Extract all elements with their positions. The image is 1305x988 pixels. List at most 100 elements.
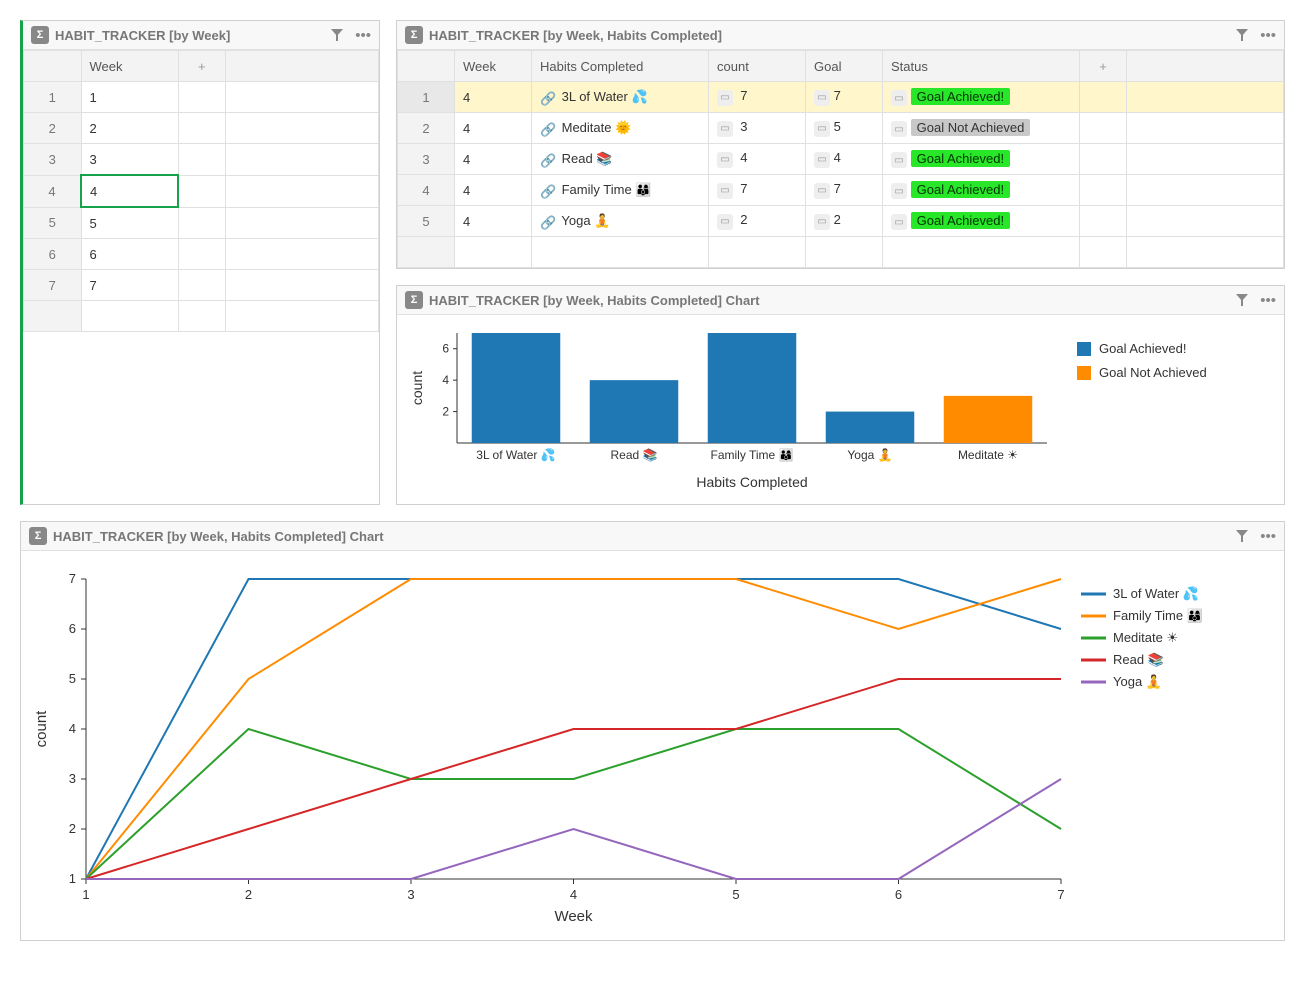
filter-icon[interactable] bbox=[1234, 27, 1250, 43]
spacer-col bbox=[1127, 51, 1284, 82]
panel-habit-tracker-by-week: Σ HABIT_TRACKER [by Week] ••• Week + 112… bbox=[20, 20, 380, 505]
cell-goal[interactable]: ▭ 7 bbox=[806, 82, 883, 113]
cell-goal[interactable]: ▭ 4 bbox=[806, 144, 883, 175]
table-row[interactable]: 14🔗 3L of Water 💦▭ 7▭ 7▭ Goal Achieved! bbox=[398, 82, 1284, 113]
table-row[interactable]: 34🔗 Read 📚▭ 4▭ 4▭ Goal Achieved! bbox=[398, 144, 1284, 175]
cell-goal[interactable]: ▭ 5 bbox=[806, 113, 883, 144]
more-icon[interactable]: ••• bbox=[1260, 292, 1276, 309]
panel-line-chart: Σ HABIT_TRACKER [by Week, Habits Complet… bbox=[20, 521, 1285, 941]
table-row[interactable]: 33 bbox=[24, 144, 379, 176]
cell-status[interactable]: ▭ Goal Not Achieved bbox=[883, 113, 1080, 144]
svg-text:Week: Week bbox=[554, 908, 593, 925]
cell-status[interactable]: ▭ Goal Achieved! bbox=[883, 206, 1080, 237]
panel-habits-completed-table: Σ HABIT_TRACKER [by Week, Habits Complet… bbox=[396, 20, 1285, 269]
empty-cell bbox=[178, 239, 226, 270]
cell-count[interactable]: ▭ 7 bbox=[709, 82, 806, 113]
table-row[interactable]: 44🔗 Family Time 👨‍👩‍👦▭ 7▭ 7▭ Goal Achiev… bbox=[398, 175, 1284, 206]
sigma-icon: Σ bbox=[405, 26, 423, 44]
add-column-button[interactable]: + bbox=[1080, 51, 1127, 82]
week-table[interactable]: Week + 11223344556677 bbox=[23, 50, 379, 332]
cell-status[interactable]: ▭ Goal Achieved! bbox=[883, 82, 1080, 113]
col-header-week[interactable]: Week bbox=[81, 51, 178, 82]
row-number: 7 bbox=[24, 270, 82, 301]
panel-header: Σ HABIT_TRACKER [by Week, Habits Complet… bbox=[21, 522, 1284, 551]
empty-cell bbox=[178, 144, 226, 176]
cell-week[interactable]: 1 bbox=[81, 82, 178, 113]
svg-text:Meditate ☀: Meditate ☀ bbox=[1113, 630, 1178, 645]
cell-week[interactable]: 7 bbox=[81, 270, 178, 301]
status-badge: Goal Achieved! bbox=[911, 88, 1010, 105]
table-row[interactable]: 54🔗 Yoga 🧘▭ 2▭ 2▭ Goal Achieved! bbox=[398, 206, 1284, 237]
tag-icon: ▭ bbox=[891, 214, 907, 230]
panel-bar-chart: Σ HABIT_TRACKER [by Week, Habits Complet… bbox=[396, 285, 1285, 505]
row-number: 2 bbox=[398, 113, 455, 144]
cell-week[interactable]: 4 bbox=[455, 113, 532, 144]
tag-icon: ▭ bbox=[814, 121, 830, 137]
svg-text:2: 2 bbox=[69, 821, 76, 836]
table-row[interactable]: 77 bbox=[24, 270, 379, 301]
table-row[interactable]: 66 bbox=[24, 239, 379, 270]
col-header-goal[interactable]: Goal bbox=[806, 51, 883, 82]
empty-cell bbox=[1080, 82, 1127, 113]
tag-icon: ▭ bbox=[814, 152, 830, 168]
tag-icon: ▭ bbox=[814, 183, 830, 199]
table-row[interactable]: 44 bbox=[24, 175, 379, 207]
row-number: 1 bbox=[24, 82, 82, 113]
table-row[interactable]: 11 bbox=[24, 82, 379, 113]
col-header-habits[interactable]: Habits Completed bbox=[532, 51, 709, 82]
col-header-count[interactable]: count bbox=[709, 51, 806, 82]
corner-cell bbox=[24, 51, 82, 82]
empty-cell bbox=[1080, 175, 1127, 206]
cell-week[interactable]: 4 bbox=[81, 175, 178, 207]
row-number: 4 bbox=[398, 175, 455, 206]
tag-icon: ▭ bbox=[814, 90, 830, 106]
filter-icon[interactable] bbox=[1234, 528, 1250, 544]
status-badge: Goal Achieved! bbox=[911, 212, 1010, 229]
cell-habit[interactable]: 🔗 Family Time 👨‍👩‍👦 bbox=[532, 175, 709, 206]
empty-cell bbox=[1080, 113, 1127, 144]
cell-week[interactable]: 4 bbox=[455, 175, 532, 206]
cell-status[interactable]: ▭ Goal Achieved! bbox=[883, 175, 1080, 206]
tag-icon: ▭ bbox=[891, 121, 907, 137]
cell-goal[interactable]: ▭ 2 bbox=[806, 206, 883, 237]
status-badge: Goal Not Achieved bbox=[911, 119, 1031, 136]
cell-count[interactable]: ▭ 4 bbox=[709, 144, 806, 175]
svg-text:3L of Water 💦: 3L of Water 💦 bbox=[1113, 585, 1199, 602]
cell-count[interactable]: ▭ 2 bbox=[709, 206, 806, 237]
cell-week[interactable]: 6 bbox=[81, 239, 178, 270]
habits-table[interactable]: Week Habits Completed count Goal Status … bbox=[397, 50, 1284, 268]
table-row[interactable]: 24🔗 Meditate 🌞▭ 3▭ 5▭ Goal Not Achieved bbox=[398, 113, 1284, 144]
cell-week[interactable]: 3 bbox=[81, 144, 178, 176]
col-header-status[interactable]: Status bbox=[883, 51, 1080, 82]
cell-week[interactable]: 5 bbox=[81, 207, 178, 239]
cell-habit[interactable]: 🔗 Read 📚 bbox=[532, 144, 709, 175]
more-icon[interactable]: ••• bbox=[355, 27, 371, 44]
cell-week[interactable]: 4 bbox=[455, 206, 532, 237]
col-header-week[interactable]: Week bbox=[455, 51, 532, 82]
svg-text:Yoga 🧘: Yoga 🧘 bbox=[1113, 674, 1162, 689]
table-row[interactable]: 22 bbox=[24, 113, 379, 144]
cell-week[interactable]: 4 bbox=[455, 144, 532, 175]
cell-goal[interactable]: ▭ 7 bbox=[806, 175, 883, 206]
cell-habit[interactable]: 🔗 Meditate 🌞 bbox=[532, 113, 709, 144]
cell-habit[interactable]: 🔗 Yoga 🧘 bbox=[532, 206, 709, 237]
more-icon[interactable]: ••• bbox=[1260, 27, 1276, 44]
svg-text:7: 7 bbox=[1057, 887, 1064, 902]
tag-icon: ▭ bbox=[717, 183, 733, 199]
svg-text:3: 3 bbox=[69, 771, 76, 786]
table-row[interactable]: 55 bbox=[24, 207, 379, 239]
cell-week[interactable]: 4 bbox=[455, 82, 532, 113]
panel-header: Σ HABIT_TRACKER [by Week, Habits Complet… bbox=[397, 21, 1284, 50]
filter-icon[interactable] bbox=[329, 27, 345, 43]
cell-count[interactable]: ▭ 7 bbox=[709, 175, 806, 206]
add-column-button[interactable]: + bbox=[178, 51, 226, 82]
empty-cell bbox=[1080, 206, 1127, 237]
more-icon[interactable]: ••• bbox=[1260, 528, 1276, 545]
cell-status[interactable]: ▭ Goal Achieved! bbox=[883, 144, 1080, 175]
filter-icon[interactable] bbox=[1234, 292, 1250, 308]
svg-text:5: 5 bbox=[732, 887, 739, 902]
cell-count[interactable]: ▭ 3 bbox=[709, 113, 806, 144]
cell-week[interactable]: 2 bbox=[81, 113, 178, 144]
tag-icon: ▭ bbox=[891, 90, 907, 106]
cell-habit[interactable]: 🔗 3L of Water 💦 bbox=[532, 82, 709, 113]
